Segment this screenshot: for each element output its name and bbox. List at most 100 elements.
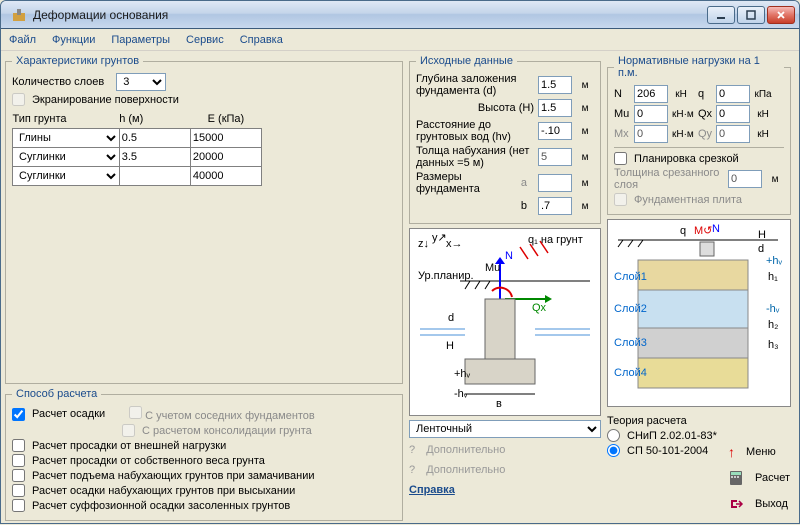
menu-help[interactable]: Справка (240, 34, 283, 46)
layers-label: Количество слоев (12, 76, 104, 88)
Mx-input (634, 125, 668, 143)
menubar: Файл Функции Параметры Сервис Справка (1, 29, 799, 51)
dim-a-input (538, 174, 572, 192)
window-title: Деформации основания (33, 8, 707, 22)
svg-text:q₁ на грунт: q₁ на грунт (528, 234, 583, 246)
col-h: h (м) (119, 110, 190, 128)
svg-text:y↗: y↗ (432, 232, 447, 244)
foundation-diagram: z↓y↗x→ q₁ на грунт Ур.планир. MuN Qx Hd … (409, 228, 601, 416)
menu-button[interactable]: ↑ Меню (728, 444, 776, 460)
calc-button[interactable]: Расчет (728, 470, 790, 486)
svg-text:d: d (448, 312, 454, 324)
svg-text:M↺: M↺ (694, 225, 712, 237)
input-legend: Исходные данные (416, 55, 517, 67)
soil-characteristics: Характеристики грунтов Количество слоев … (5, 55, 403, 384)
gw-input[interactable] (538, 122, 572, 140)
method-opt-3[interactable] (12, 439, 25, 452)
method-opt-7[interactable] (12, 499, 25, 512)
height-input[interactable] (538, 99, 572, 117)
svg-text:z↓: z↓ (418, 238, 429, 250)
Qx-input[interactable] (716, 105, 750, 123)
Qy-input (716, 125, 750, 143)
soil-h-2[interactable] (120, 148, 190, 166)
theory-label: Теория расчета (607, 415, 791, 427)
method-opt-5[interactable] (12, 469, 25, 482)
menu-service[interactable]: Сервис (186, 34, 224, 46)
svg-text:-hᵥ: -hᵥ (766, 303, 780, 315)
loads-legend: Нормативные нагрузки на 1 п.м. (614, 55, 784, 79)
svg-text:d: d (758, 243, 764, 255)
soil-E-3[interactable] (191, 167, 261, 185)
help-link[interactable]: Справка (409, 484, 455, 496)
svg-text:Слой1: Слой1 (614, 271, 647, 283)
table-row: Суглинки (13, 166, 262, 185)
foundation-type-select[interactable]: Ленточный (409, 420, 601, 438)
theory-sp[interactable] (607, 444, 620, 457)
close-button[interactable] (767, 6, 795, 24)
svg-text:+hᵥ: +hᵥ (454, 368, 471, 380)
svg-text:Ур.планир.: Ур.планир. (418, 270, 474, 282)
minimize-button[interactable] (707, 6, 735, 24)
soil-h-3[interactable] (120, 167, 190, 185)
dim-b-input[interactable] (538, 197, 572, 215)
svg-text:H: H (446, 340, 454, 352)
theory-snip[interactable] (607, 429, 620, 442)
method-opt-1 (129, 406, 142, 419)
layers-diagram: q M↺N Hd +hᵥ Слой1 h₁ Слой2 -hᵥ h₂ Слой3 h₃ С… (607, 219, 791, 407)
soil-table: Тип грунта h (м) E (кПа) Глины Суглинки (12, 110, 262, 186)
method-opt-6[interactable] (12, 484, 25, 497)
soil-E-2[interactable] (191, 148, 261, 166)
method-opt-0[interactable] (12, 408, 25, 421)
svg-text:Mu: Mu (485, 262, 500, 274)
depth-input[interactable] (538, 76, 572, 94)
menu-functions[interactable]: Функции (52, 34, 95, 46)
extra-link-1: Дополнительно (426, 444, 505, 456)
svg-text:q: q (680, 225, 686, 237)
method-opt-4[interactable] (12, 454, 25, 467)
soil-type-1[interactable]: Глины (13, 129, 119, 147)
svg-text:Слой4: Слой4 (614, 367, 647, 379)
calc-method: Способ расчета Расчет осадки С учетом со… (5, 388, 403, 521)
svg-text:x→: x→ (446, 238, 463, 250)
exit-icon (728, 496, 744, 512)
plan-checkbox[interactable] (614, 152, 627, 165)
N-input[interactable] (634, 85, 668, 103)
arrow-up-icon: ↑ (728, 444, 735, 460)
svg-text:h₁: h₁ (768, 271, 778, 283)
svg-text:N: N (712, 223, 720, 235)
exit-button[interactable]: Выход (728, 496, 788, 512)
q-input[interactable] (716, 85, 750, 103)
menu-file[interactable]: Файл (9, 34, 36, 46)
calculator-icon (728, 470, 744, 486)
col-E: E (кПа) (190, 110, 261, 128)
svg-text:Слой3: Слой3 (614, 337, 647, 349)
svg-text:H: H (758, 229, 766, 241)
swell-input (538, 148, 572, 166)
svg-text:h₃: h₃ (768, 339, 779, 351)
method-opt-2 (122, 424, 135, 437)
svg-text:N: N (505, 250, 513, 262)
svg-text:Слой2: Слой2 (614, 303, 647, 315)
svg-text:h₂: h₂ (768, 319, 778, 331)
titlebar: Деформации основания (1, 1, 799, 29)
layers-select[interactable]: 3 (116, 73, 166, 91)
shield-label: Экранирование поверхности (32, 94, 179, 106)
svg-text:Qx: Qx (532, 302, 547, 314)
Mu-input[interactable] (634, 105, 668, 123)
cut-input (728, 170, 762, 188)
method-legend: Способ расчета (12, 388, 101, 400)
help-icon: ? (409, 444, 415, 456)
maximize-button[interactable] (737, 6, 765, 24)
svg-text:+hᵥ: +hᵥ (766, 255, 783, 267)
loads-fieldset: Нормативные нагрузки на 1 п.м. NкН qкПа … (607, 55, 791, 215)
col-type: Тип грунта (13, 110, 120, 128)
soil-type-2[interactable]: Суглинки (13, 148, 119, 166)
slab-checkbox (614, 193, 627, 206)
input-data: Исходные данные Глубина заложения фундам… (409, 55, 601, 224)
menu-params[interactable]: Параметры (111, 34, 170, 46)
app-icon (11, 7, 27, 23)
shield-checkbox (12, 93, 25, 106)
soil-type-3[interactable]: Суглинки (13, 167, 119, 185)
soil-h-1[interactable] (120, 129, 190, 147)
soil-E-1[interactable] (191, 129, 261, 147)
